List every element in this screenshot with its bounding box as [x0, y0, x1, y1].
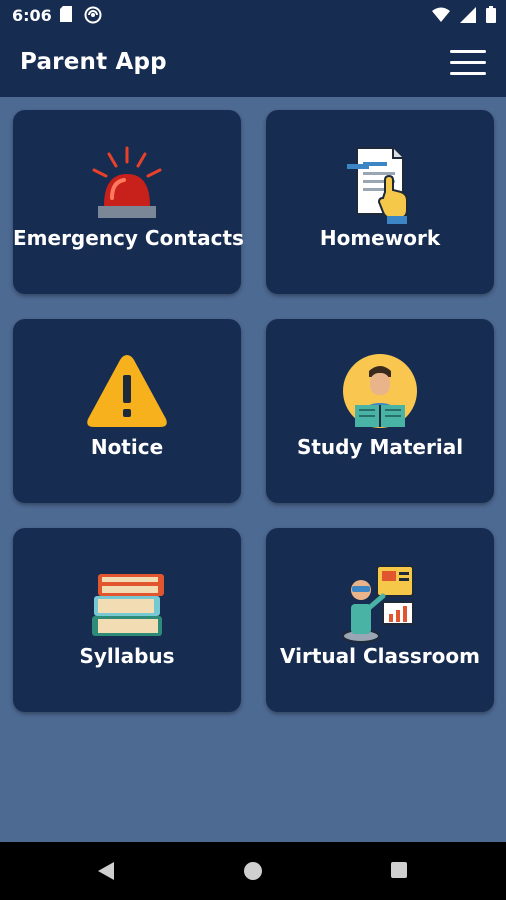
- homework-tile[interactable]: Homework: [266, 110, 494, 294]
- tile-label: Syllabus: [79, 644, 175, 668]
- virtual-classroom-icon: [337, 560, 423, 646]
- page-title: Parent App: [20, 49, 167, 75]
- sd-card-icon: [60, 6, 72, 26]
- tile-label: Notice: [90, 435, 164, 459]
- notice-tile[interactable]: Notice: [13, 319, 241, 503]
- book-stack-icon: [84, 560, 170, 646]
- tile-label: Emergency Contacts: [13, 226, 244, 250]
- tile-label: Study Material: [296, 435, 464, 459]
- hamburger-menu-icon[interactable]: [450, 50, 486, 76]
- tile-label: Virtual Classroom: [280, 644, 480, 668]
- app-bar: Parent App: [0, 30, 506, 97]
- navigation-bar: [0, 842, 506, 900]
- recents-icon[interactable]: [390, 861, 408, 883]
- cellular-icon: [460, 6, 476, 27]
- home-icon[interactable]: [243, 861, 263, 885]
- status-bar: 6:06: [0, 0, 506, 30]
- emergency-contacts-tile[interactable]: Emergency Contacts: [13, 110, 244, 294]
- siren-icon: [84, 142, 170, 228]
- virtual-classroom-tile[interactable]: Virtual Classroom: [266, 528, 494, 712]
- homework-document-icon: [337, 142, 423, 228]
- student-reading-icon: [337, 351, 423, 437]
- study-material-tile[interactable]: Study Material: [266, 319, 494, 503]
- status-time: 6:06: [12, 6, 52, 25]
- syllabus-tile[interactable]: Syllabus: [13, 528, 241, 712]
- status-icons: [432, 6, 496, 27]
- wifi-icon: [432, 7, 450, 27]
- battery-icon: [486, 6, 496, 27]
- warning-icon: [84, 351, 170, 437]
- tile-label: Homework: [319, 226, 441, 250]
- vpn-icon: [84, 6, 102, 28]
- back-icon[interactable]: [97, 861, 115, 885]
